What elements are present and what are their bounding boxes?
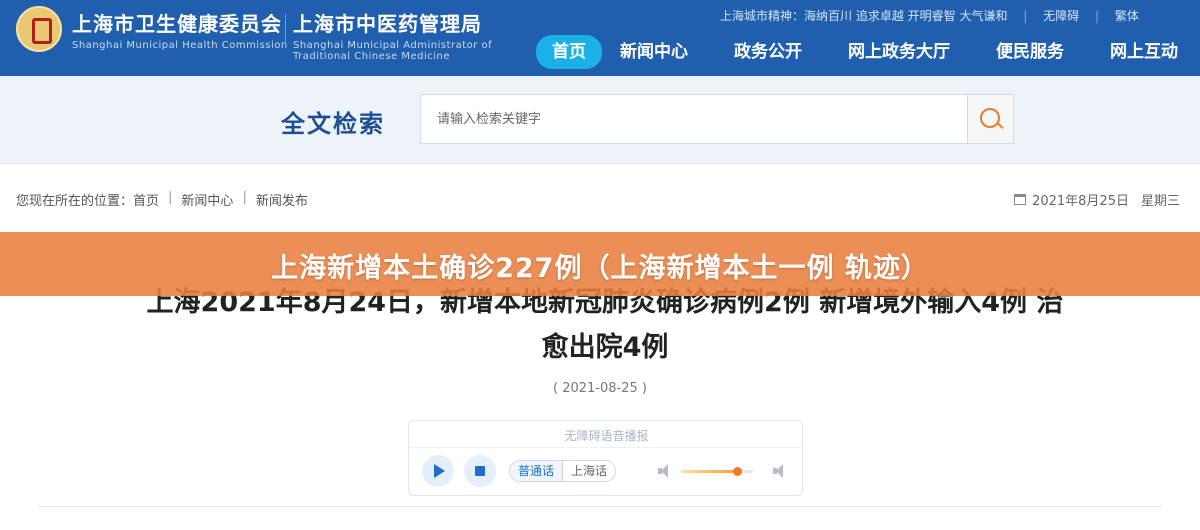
volume-slider-knob[interactable] [733, 467, 743, 476]
audio-player: 无障碍语音播报 普通话 上海话 [408, 420, 804, 496]
org-divider [285, 14, 286, 48]
org-primary[interactable]: 上海市卫生健康委员会 Shanghai Municipal Health Com… [72, 8, 288, 51]
headline-overlay-banner: 上海新增本土确诊227例（上海新增本土一例 轨迹） [0, 232, 1200, 296]
play-icon[interactable] [422, 455, 454, 487]
overlay-headline: 上海新增本土确诊227例（上海新增本土一例 轨迹） [271, 253, 929, 284]
search-icon-handle [997, 122, 1004, 130]
search-box [420, 94, 968, 144]
nav-home[interactable]: 首页 [536, 35, 602, 69]
city-spirit-text: 上海城市精神：海纳百川 追求卓越 开明睿智 大气谦和 [720, 9, 1008, 23]
volume-slider[interactable] [681, 467, 753, 476]
nav-public-service[interactable]: 便民服务 [984, 35, 1076, 69]
search-icon [980, 108, 1000, 128]
breadcrumb: 您现在所在的位置： 首页 | 新闻中心 | 新闻发布 [16, 190, 308, 209]
traditional-chinese-link[interactable]: 繁体 [1115, 9, 1139, 23]
breadcrumb-prefix: 您现在所在的位置： [16, 194, 134, 209]
org-secondary[interactable]: 上海市中医药管理局 Shanghai Municipal Administrat… [293, 8, 503, 62]
volume-down-icon[interactable] [658, 464, 670, 478]
breadcrumb-news-center[interactable]: 新闻中心 [181, 190, 233, 209]
org-primary-en: Shanghai Municipal Health Commission [72, 40, 288, 51]
article-date: ( 2021-08-25 ) [553, 381, 647, 396]
org-secondary-name: 上海市中医药管理局 [293, 12, 482, 36]
top-link-separator: | [1023, 9, 1028, 23]
calendar-icon [1014, 194, 1027, 205]
breadcrumb-separator: | [168, 190, 173, 205]
search-title: 全文检索 [281, 110, 385, 138]
volume-slider-fill [681, 470, 738, 473]
breadcrumb-separator: | [242, 190, 247, 205]
search-band: 全文检索 [0, 76, 1200, 164]
language-toggle: 普通话 上海话 [509, 460, 617, 482]
content-divider [38, 506, 1162, 507]
nav-news-center[interactable]: 新闻中心 [608, 35, 700, 69]
emblem-logo-icon[interactable] [16, 6, 62, 52]
top-link-separator: | [1095, 9, 1100, 23]
org-primary-name: 上海市卫生健康委员会 [72, 12, 282, 36]
stop-icon[interactable] [464, 455, 496, 487]
accessibility-link[interactable]: 无障碍 [1043, 9, 1079, 23]
org-secondary-en: Shanghai Municipal Administrator of Trad… [293, 40, 493, 62]
search-input[interactable] [421, 95, 967, 143]
current-date: 2021年8月25日 [1032, 194, 1129, 209]
date-info: 2021年8月25日 星期三 [1014, 190, 1180, 209]
breadcrumb-news-release[interactable]: 新闻发布 [256, 190, 308, 209]
lang-mandarin[interactable]: 普通话 [510, 461, 564, 481]
site-header: 上海市卫生健康委员会 Shanghai Municipal Health Com… [0, 0, 1200, 76]
current-weekday: 星期三 [1140, 194, 1180, 209]
lang-shanghainese[interactable]: 上海话 [563, 461, 615, 481]
audio-player-title: 无障碍语音播报 [564, 429, 649, 443]
nav-online-hall[interactable]: 网上政务大厅 [836, 35, 962, 69]
breadcrumb-home[interactable]: 首页 [133, 190, 159, 209]
search-button[interactable] [967, 94, 1014, 144]
nav-interaction[interactable]: 网上互动 [1098, 35, 1190, 69]
audio-player-divider [409, 447, 804, 448]
volume-up-icon[interactable] [773, 464, 789, 478]
main-nav: 首页 新闻中心 政务公开 网上政务大厅 便民服务 网上互动 [536, 35, 1200, 69]
nav-gov-info[interactable]: 政务公开 [722, 35, 814, 69]
top-links: 上海城市精神：海纳百川 追求卓越 开明睿智 大气谦和 | 无障碍 | 繁体 [720, 7, 1139, 24]
